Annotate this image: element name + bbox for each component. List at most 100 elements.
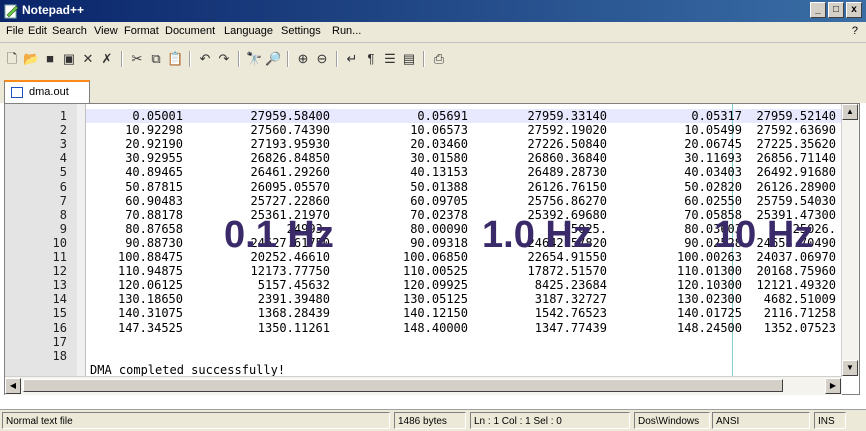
show-all-chars-icon[interactable]: ¶ bbox=[363, 51, 379, 67]
zoom-out-icon[interactable]: ⊖ bbox=[314, 51, 330, 67]
scroll-right-arrow-icon[interactable]: ▶ bbox=[825, 378, 841, 394]
menu-language[interactable]: Language bbox=[224, 25, 273, 37]
editor[interactable]: 1 2 3 4 5 6 7 8 9 10 11 12 13 14 15 16 17 18 0.05001 27959… bbox=[4, 103, 860, 395]
minimize-button[interactable]: _ bbox=[810, 2, 826, 18]
indent-guide-icon[interactable]: ☰ bbox=[382, 51, 398, 67]
data-cell: 110.01300 bbox=[676, 264, 742, 279]
horizontal-scroll-thumb[interactable] bbox=[23, 379, 783, 392]
data-cell: 20168.75960 bbox=[756, 264, 836, 279]
data-cell: 10.05499 bbox=[684, 123, 742, 138]
menu-format[interactable]: Format bbox=[124, 25, 159, 37]
tab-label: dma.out bbox=[29, 86, 69, 98]
data-cell: 27959.52140 bbox=[756, 109, 836, 123]
document-icon bbox=[11, 87, 23, 98]
data-cell: 30.01580 bbox=[410, 151, 468, 166]
data-cell: 30.92955 bbox=[125, 151, 183, 166]
data-cell: 40.03403 bbox=[684, 165, 742, 180]
data-cell: 2116.71258 bbox=[763, 306, 836, 321]
copy-icon[interactable]: ⧉ bbox=[148, 51, 164, 67]
line-number: 7 bbox=[59, 193, 67, 208]
cut-icon[interactable]: ✂ bbox=[129, 51, 145, 67]
maximize-button[interactable]: □ bbox=[828, 2, 844, 18]
text-area[interactable]: 0.05001 27959.58400 0.05691 27959.33140 0.05… bbox=[86, 104, 842, 376]
data-cell: 140.31075 bbox=[117, 306, 183, 321]
horizontal-scrollbar[interactable]: ◀ ▶ bbox=[5, 376, 842, 395]
toolbar-separator bbox=[121, 51, 123, 67]
data-cell: 40.13153 bbox=[410, 165, 468, 180]
menu-run[interactable]: Run... bbox=[332, 25, 361, 37]
open-file-icon[interactable]: 📂 bbox=[23, 51, 39, 67]
menu-settings[interactable]: Settings bbox=[281, 25, 321, 37]
data-cell: 50.02820 bbox=[684, 179, 742, 194]
line-number: 18 bbox=[52, 348, 67, 363]
data-cell: 147.34525 bbox=[117, 320, 183, 335]
data-cell: 12173.77750 bbox=[250, 264, 330, 279]
word-wrap-icon[interactable]: ↵ bbox=[344, 51, 360, 67]
fold-margin[interactable] bbox=[77, 104, 85, 376]
data-cell: 27560.74390 bbox=[250, 123, 330, 138]
line-number: 15 bbox=[52, 306, 67, 321]
tab-dma-out[interactable]: dma.out bbox=[4, 80, 90, 103]
menu-help[interactable]: ? bbox=[852, 25, 858, 37]
overlay-label-10hz: 10 Hz bbox=[714, 214, 814, 256]
data-cell: 27959.33140 bbox=[527, 109, 607, 123]
line-number: 3 bbox=[59, 137, 67, 152]
status-file-type: Normal text file bbox=[2, 412, 390, 429]
line-number: 16 bbox=[52, 320, 67, 335]
vertical-scrollbar[interactable]: ▲ ▼ bbox=[841, 104, 859, 376]
data-cell: 10.92298 bbox=[125, 123, 183, 138]
toolbar: 🗋 📂 ■ ▣ ✕ ✗ ✂ ⧉ 📋 ↶ ↷ 🔭 🔎 ⊕ ⊖ ↵ ¶ ☰ ▤ ⎙ bbox=[0, 43, 866, 75]
menu-document[interactable]: Document bbox=[165, 25, 215, 37]
data-cell: 60.09705 bbox=[410, 193, 468, 208]
scroll-up-arrow-icon[interactable]: ▲ bbox=[842, 104, 858, 120]
new-file-icon[interactable]: 🗋 bbox=[4, 51, 20, 67]
print-icon[interactable]: ⎙ bbox=[431, 51, 447, 67]
data-cell: 26126.28900 bbox=[756, 179, 836, 194]
data-cell: 100.06850 bbox=[402, 250, 468, 264]
window-title: Notepad++ bbox=[22, 3, 85, 17]
close-button[interactable]: x bbox=[846, 2, 862, 18]
data-cell: 27959.58400 bbox=[250, 109, 330, 123]
data-cell: 12121.49320 bbox=[756, 278, 836, 293]
data-cell: 5157.45632 bbox=[257, 278, 330, 293]
menu-edit[interactable]: Edit bbox=[28, 25, 47, 37]
data-cell: 80.00090 bbox=[410, 221, 468, 236]
data-cell: 148.24500 bbox=[676, 320, 742, 335]
save-all-icon[interactable]: ▣ bbox=[61, 51, 77, 67]
line-number: 11 bbox=[52, 250, 67, 264]
line-number: 14 bbox=[52, 292, 67, 307]
scroll-down-arrow-icon[interactable]: ▼ bbox=[842, 360, 858, 376]
data-cell: 26126.76150 bbox=[527, 179, 607, 194]
data-cell: 17872.51570 bbox=[527, 264, 607, 279]
line-number: 1 bbox=[59, 109, 67, 123]
toolbar-separator bbox=[423, 51, 425, 67]
paste-icon[interactable]: 📋 bbox=[167, 51, 183, 67]
data-cell: 25756.86270 bbox=[527, 193, 607, 208]
toolbar-separator bbox=[287, 51, 289, 67]
status-message-line: DMA completed successfully! bbox=[90, 363, 286, 376]
undo-icon[interactable]: ↶ bbox=[197, 51, 213, 67]
line-number: 9 bbox=[59, 221, 67, 236]
data-cell: 26860.36840 bbox=[527, 151, 607, 166]
save-icon[interactable]: ■ bbox=[42, 51, 58, 67]
zoom-in-icon[interactable]: ⊕ bbox=[295, 51, 311, 67]
line-number: 2 bbox=[59, 123, 67, 138]
menu-search[interactable]: Search bbox=[52, 25, 87, 37]
line-number: 10 bbox=[52, 235, 67, 250]
status-eol-format: Dos\Windows bbox=[634, 412, 710, 429]
menu-view[interactable]: View bbox=[94, 25, 118, 37]
find-icon[interactable]: 🔭 bbox=[246, 51, 262, 67]
redo-icon[interactable]: ↷ bbox=[216, 51, 232, 67]
data-cell: 120.10300 bbox=[676, 278, 742, 293]
scroll-left-arrow-icon[interactable]: ◀ bbox=[5, 378, 21, 394]
menu-file[interactable]: File bbox=[6, 25, 24, 37]
close-all-icon[interactable]: ✗ bbox=[99, 51, 115, 67]
data-cell: 26826.84850 bbox=[250, 151, 330, 166]
overlay-label-1-0hz: 1.0 Hz bbox=[482, 214, 592, 256]
line-number: 17 bbox=[52, 334, 67, 349]
status-bar: Normal text file 1486 bytes Ln : 1 Col :… bbox=[0, 409, 866, 431]
line-number: 5 bbox=[59, 165, 67, 180]
user-lang-icon[interactable]: ▤ bbox=[401, 51, 417, 67]
close-icon[interactable]: ✕ bbox=[80, 51, 96, 67]
replace-icon[interactable]: 🔎 bbox=[265, 51, 281, 67]
